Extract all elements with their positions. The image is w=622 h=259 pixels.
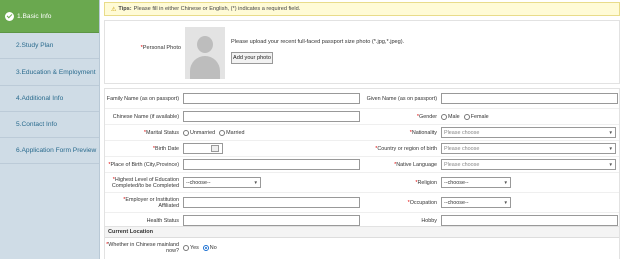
sidebar-item-contact-info[interactable]: 5.Contact Info [0,112,99,138]
in-china-label: *Whether in Chinese mainland now? [106,242,179,254]
sidebar-item-label: 4.Additional Info [16,95,64,102]
place-birth-label: *Place of Birth (City,Province) [108,161,179,168]
sidebar-item-education-employment[interactable]: 3.Education & Employment [0,59,99,86]
hobby-label: Hobby [421,217,437,224]
occupation-select[interactable]: --choose-- ▼ [441,197,511,208]
occupation-label: *Occupation [407,199,437,206]
sidebar-item-label: 3.Education & Employment [16,68,96,76]
health-input[interactable] [183,215,360,226]
gender-female-radio[interactable]: Female [463,113,489,120]
tips-banner: ⚠ Tips: Please fill in either Chinese or… [104,2,620,16]
nationality-select[interactable]: Please choose ▼ [441,127,616,138]
chevron-down-icon: ▼ [608,130,613,135]
form-row: Family Name (as on passport) Given Name … [105,89,619,109]
chevron-down-icon: ▼ [253,180,258,185]
form-row: *Employer or Institution Affiliated *Occ… [105,193,619,213]
sidebar: 1.Basic Info 2.Study Plan 3.Education & … [0,0,100,259]
photo-hint: Please upload your recent full-faced pas… [231,39,405,45]
native-language-select[interactable]: Please choose ▼ [441,159,616,170]
section-title: Current Location [105,227,619,238]
chevron-down-icon: ▼ [503,180,508,185]
family-name-input[interactable] [183,93,360,104]
form-row: *Marital Status Unmarried Married *Natio… [105,125,619,141]
sidebar-item-study-plan[interactable]: 2.Study Plan [0,33,99,59]
form-row: *Whether in Chinese mainland now? Yes No [105,238,619,258]
in-china-yes-radio[interactable]: Yes [183,245,199,251]
avatar-placeholder-icon [185,27,225,79]
sidebar-item-label: 2.Study Plan [16,42,54,49]
country-birth-label: *Country or region of birth [375,145,437,152]
education-label: *Highest Level of Education Completed/to… [111,176,179,189]
marital-label: *Marital Status [143,129,179,136]
current-location-section: Current Location *Whether in Chinese mai… [104,226,620,259]
birth-date-label: *Birth Date [152,145,179,152]
sidebar-item-label: 5.Contact Info [16,121,58,128]
in-china-no-radio[interactable]: No [202,245,217,251]
chevron-down-icon: ▼ [608,162,613,167]
gender-male-radio[interactable]: Male [441,113,460,120]
warning-icon: ⚠ [111,6,117,13]
form-row: Chinese Name (if available) *Gender Male… [105,109,619,125]
check-icon [5,11,14,21]
unmarried-radio[interactable]: Unmarried [183,129,215,136]
photo-label: *Personal Photo [140,45,181,51]
health-label: Health Status [146,217,179,224]
chinese-name-label: Chinese Name (if available) [112,113,179,120]
photo-section: *Personal Photo Please upload your recen… [104,20,620,84]
native-language-label: *Native Language [394,161,437,168]
tips-label: Tips: [118,6,132,12]
given-name-input[interactable] [441,93,618,104]
sidebar-item-additional-info[interactable]: 4.Additional Info [0,86,99,112]
education-select[interactable]: --choose-- ▼ [183,177,261,188]
sidebar-item-basic-info[interactable]: 1.Basic Info [0,0,99,33]
main-content: ⚠ Tips: Please fill in either Chinese or… [104,2,620,259]
form-row: *Place of Birth (City,Province) *Native … [105,157,619,173]
hobby-input[interactable] [441,215,618,226]
calendar-icon[interactable] [211,145,219,152]
given-name-label: Given Name (as on passport) [366,95,437,102]
form-row: *Highest Level of Education Completed/to… [105,173,619,193]
add-photo-button[interactable]: Add your photo [231,52,273,64]
sidebar-item-label: 1.Basic Info [17,12,52,20]
chevron-down-icon: ▼ [503,200,508,205]
form-row: *Birth Date *Country or region of birth … [105,141,619,157]
employer-label: *Employer or Institution Affiliated [123,196,179,209]
married-radio[interactable]: Married [219,129,244,136]
religion-label: *Religion [415,179,437,186]
chinese-name-input[interactable] [183,111,360,122]
tips-text: Please fill in either Chinese or English… [133,6,301,12]
nationality-label: *Nationality [409,129,437,136]
chevron-down-icon: ▼ [608,146,613,151]
sidebar-item-label: 6.Application Form Preview [16,147,97,154]
religion-select[interactable]: --choose-- ▼ [441,177,511,188]
family-name-label: Family Name (as on passport) [106,95,179,102]
sidebar-item-form-preview[interactable]: 6.Application Form Preview [0,138,99,164]
basic-info-form: Family Name (as on passport) Given Name … [104,88,620,230]
employer-input[interactable] [183,197,360,208]
place-birth-input[interactable] [183,159,360,170]
country-birth-select[interactable]: Please choose ▼ [441,143,616,154]
gender-label: *Gender [416,113,437,120]
